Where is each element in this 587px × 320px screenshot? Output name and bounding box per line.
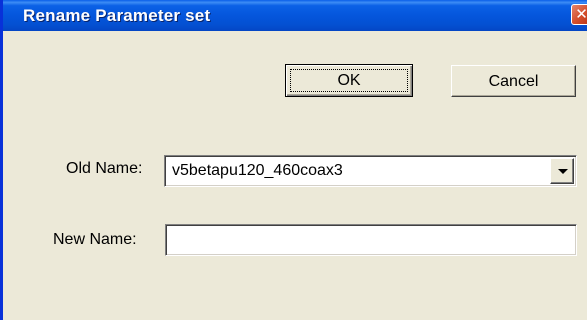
new-name-label: New Name: (53, 231, 137, 248)
chevron-down-icon (558, 169, 568, 174)
ok-button-label: OK (337, 72, 361, 89)
dropdown-arrow-button[interactable] (550, 158, 574, 184)
title-bar[interactable]: Rename Parameter set ✕ (3, 0, 587, 31)
cancel-button[interactable]: Cancel (451, 65, 576, 97)
old-name-label: Old Name: (66, 160, 143, 177)
close-button[interactable]: ✕ (571, 4, 587, 25)
old-name-dropdown[interactable]: v5betapu120_460coax3 (164, 155, 577, 187)
dialog-title: Rename Parameter set (23, 6, 211, 25)
new-name-input[interactable] (165, 224, 577, 256)
close-icon: ✕ (575, 5, 587, 23)
old-name-value: v5betapu120_460coax3 (172, 162, 343, 179)
ok-button[interactable]: OK (285, 64, 413, 97)
rename-dialog: Rename Parameter set ✕ OK Cancel Old Nam… (0, 0, 587, 320)
cancel-button-label: Cancel (488, 73, 539, 90)
